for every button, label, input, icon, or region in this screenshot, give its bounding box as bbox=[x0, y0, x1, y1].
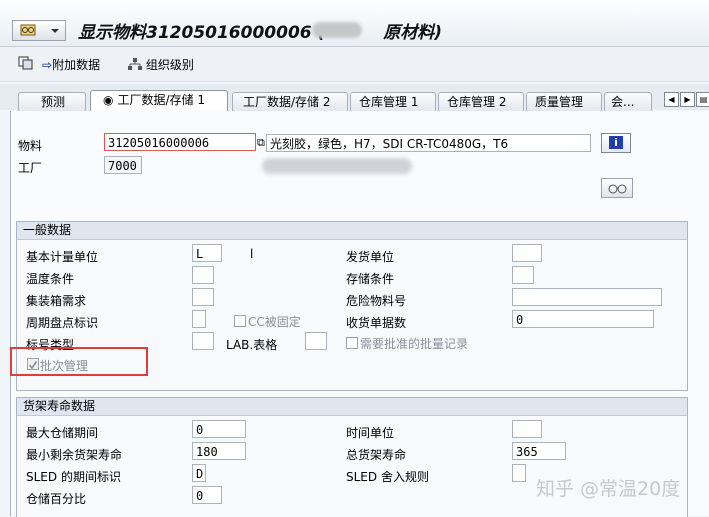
toolbar bbox=[0, 47, 709, 82]
temp-cond-field[interactable] bbox=[192, 266, 214, 284]
sled-round-field[interactable] bbox=[512, 464, 526, 482]
base-uom-field[interactable]: L bbox=[192, 244, 222, 262]
highlight-box bbox=[10, 347, 148, 376]
glasses-icon bbox=[20, 24, 59, 36]
time-unit-field[interactable] bbox=[512, 420, 542, 438]
sled-period-field[interactable]: D bbox=[192, 464, 206, 482]
glasses-icon bbox=[608, 184, 627, 194]
max-storage-label: 最大仓储期间 bbox=[26, 426, 99, 440]
base-uom-text: l bbox=[250, 247, 254, 261]
hazmat-label: 危险物料号 bbox=[346, 294, 407, 308]
hierarchy-icon bbox=[128, 58, 146, 72]
base-uom-label: 基本计量单位 bbox=[26, 250, 99, 264]
tab-list-icon[interactable]: ▤ bbox=[696, 92, 709, 107]
container-req-label: 集装箱需求 bbox=[26, 294, 87, 308]
cycle-count-field[interactable] bbox=[192, 310, 206, 328]
cycle-count-label: 周期盘点标识 bbox=[26, 316, 99, 330]
storage-cond-label: 存储条件 bbox=[346, 272, 395, 286]
approved-batch-label: 需要批准的批量记录 bbox=[360, 337, 469, 351]
tab-plant-storage-1[interactable]: ◉ 工厂数据/存储 1 bbox=[90, 90, 228, 112]
min-remaining-field[interactable]: 180 bbox=[192, 442, 246, 460]
tab-label: 工厂数据/存储 1 bbox=[117, 93, 205, 107]
redacted-text bbox=[312, 22, 362, 38]
gr-slips-field[interactable]: 0 bbox=[512, 310, 654, 328]
storage-pct-field[interactable]: 0 bbox=[192, 486, 222, 504]
lab-form-label: LAB.表格 bbox=[226, 338, 278, 352]
display-button[interactable] bbox=[601, 178, 633, 198]
tab-forecast[interactable]: 预测 bbox=[18, 92, 86, 111]
material-label: 物料 bbox=[18, 139, 43, 153]
tab-warehouse-1[interactable]: 仓库管理 1 bbox=[350, 92, 436, 111]
info-button[interactable]: i bbox=[601, 133, 631, 153]
tab-plant-storage-2[interactable]: 工厂数据/存储 2 bbox=[232, 92, 348, 111]
tab-more[interactable]: 会... bbox=[604, 92, 652, 111]
min-remaining-label: 最小剩余货架寿命 bbox=[26, 448, 123, 462]
total-shelf-label: 总货架寿命 bbox=[346, 448, 407, 462]
sled-period-label: SLED 的期间标识 bbox=[26, 470, 121, 484]
material-field[interactable]: 31205016000006 bbox=[104, 133, 256, 151]
additional-data-button[interactable]: ⇨附加数据 bbox=[42, 56, 100, 73]
tab-quality[interactable]: 质量管理 bbox=[526, 92, 602, 111]
storage-pct-label: 仓储百分比 bbox=[26, 492, 87, 506]
storage-cond-field[interactable] bbox=[512, 266, 534, 284]
plant-field[interactable]: 7000 bbox=[104, 156, 142, 174]
arrow-right-icon: ⇨ bbox=[42, 58, 53, 72]
page-title: 显示物料31205016000006 (原材料) bbox=[78, 23, 443, 43]
cc-fixed-label: CC被固定 bbox=[248, 315, 301, 329]
temp-cond-label: 温度条件 bbox=[26, 272, 75, 286]
lab-form-field[interactable] bbox=[305, 332, 327, 350]
hazmat-field[interactable] bbox=[512, 288, 662, 306]
org-levels-button[interactable]: 组织级别 bbox=[128, 56, 194, 73]
tab-next-icon[interactable]: ▶ bbox=[680, 92, 695, 107]
sled-round-label: SLED 舍入规则 bbox=[346, 470, 429, 484]
label-type-field[interactable] bbox=[192, 332, 214, 350]
issue-unit-label: 发货单位 bbox=[346, 250, 395, 264]
group-title: 一般数据 bbox=[17, 222, 687, 240]
copy-icon: ⧉ bbox=[257, 136, 265, 149]
total-shelf-field[interactable]: 365 bbox=[512, 442, 566, 460]
group-title: 货架寿命数据 bbox=[17, 398, 687, 416]
redacted-text bbox=[262, 158, 412, 174]
switch-view-icon[interactable] bbox=[18, 56, 34, 73]
watermark: 知乎 @常温20度 bbox=[536, 478, 681, 500]
transaction-menu-button[interactable] bbox=[12, 20, 66, 41]
material-description: 光刻胶，绿色，H7，SDI CR-TC0480G，T6 bbox=[266, 134, 591, 152]
tab-warehouse-2[interactable]: 仓库管理 2 bbox=[438, 92, 524, 111]
time-unit-label: 时间单位 bbox=[346, 426, 395, 440]
container-req-field[interactable] bbox=[192, 288, 214, 306]
info-icon: i bbox=[609, 136, 623, 149]
issue-unit-field[interactable] bbox=[512, 244, 542, 262]
plant-label: 工厂 bbox=[18, 161, 43, 175]
gr-slips-label: 收货单据数 bbox=[346, 316, 407, 330]
tab-prev-icon[interactable]: ◀ bbox=[664, 92, 679, 107]
cc-fixed-checkbox[interactable] bbox=[234, 315, 246, 327]
max-storage-field[interactable]: 0 bbox=[192, 420, 246, 438]
active-tab-icon: ◉ bbox=[103, 93, 114, 107]
approved-batch-checkbox[interactable] bbox=[346, 337, 358, 349]
